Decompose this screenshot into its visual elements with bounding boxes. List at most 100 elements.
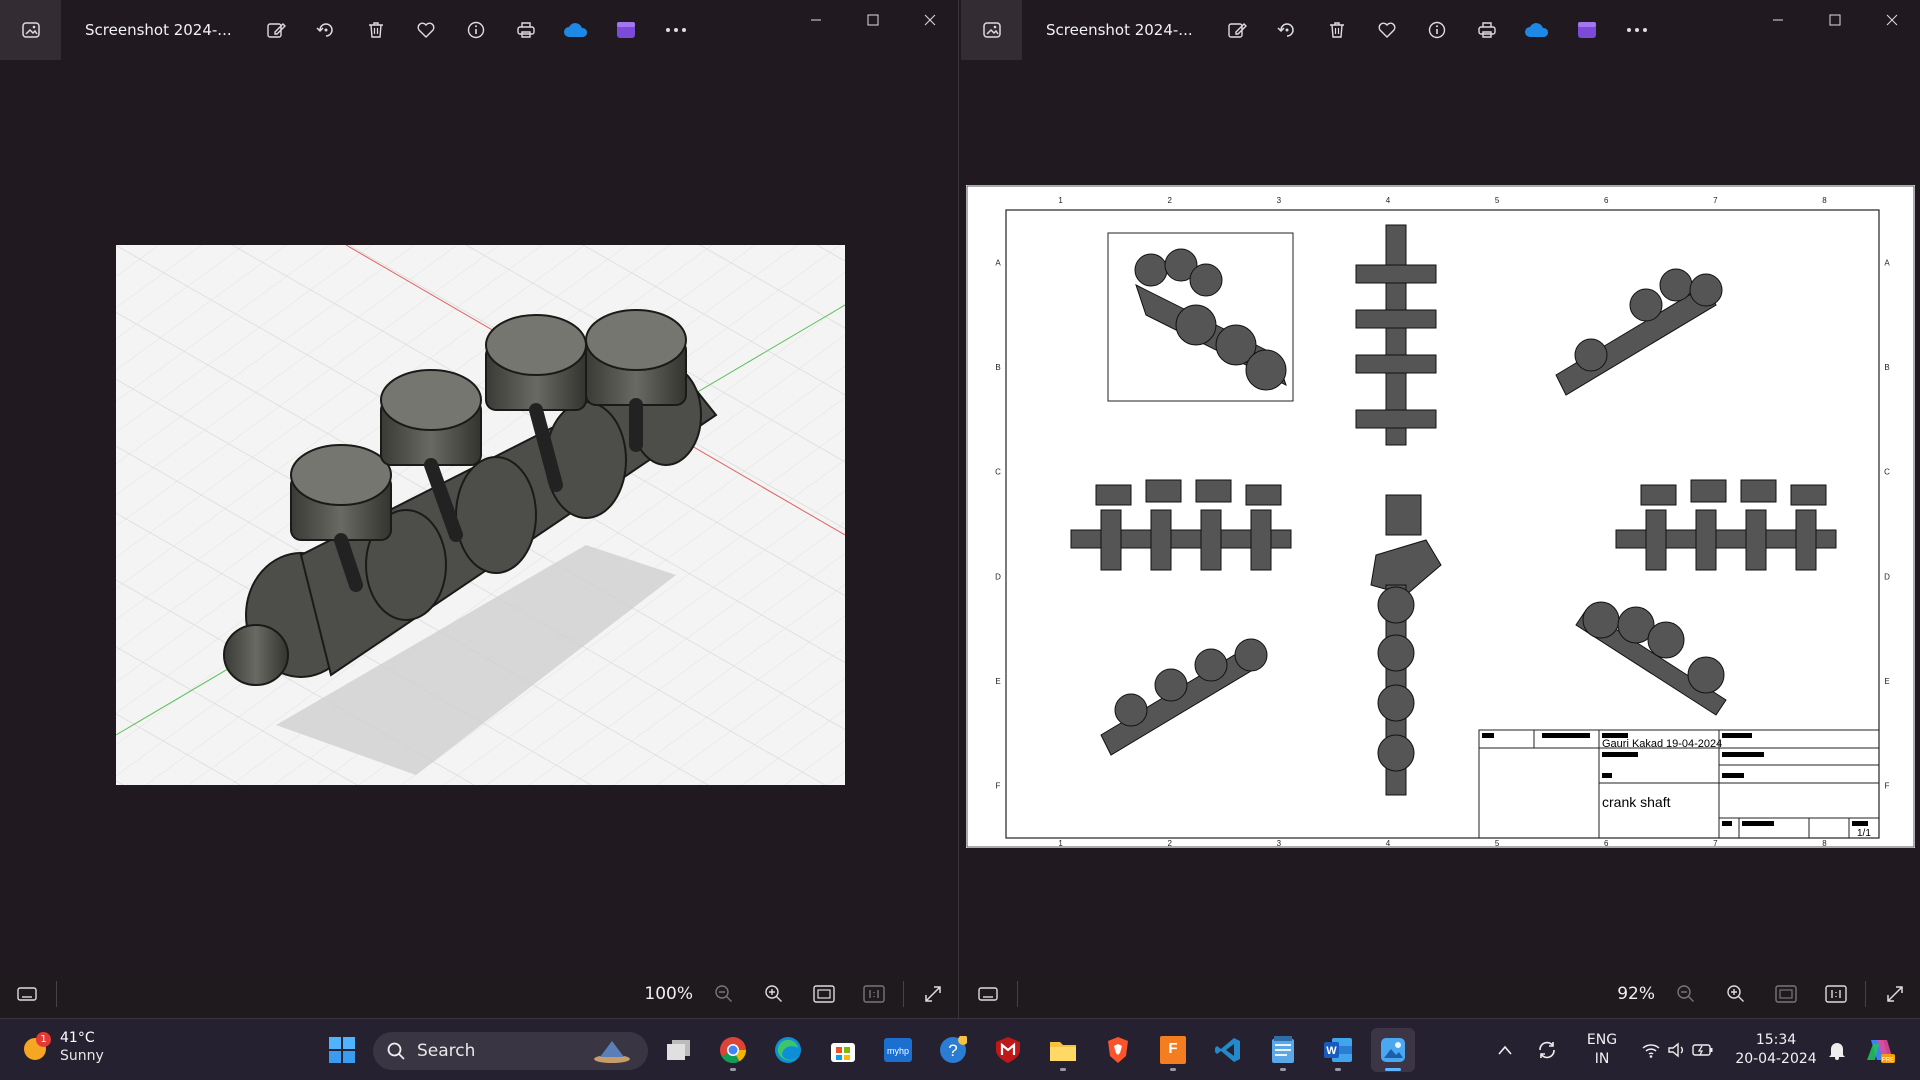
notepad-icon[interactable] — [1261, 1028, 1305, 1072]
zone-row-letter: E — [1884, 677, 1889, 686]
clipchamp-icon[interactable] — [601, 12, 651, 48]
close-button[interactable] — [1863, 0, 1920, 40]
edge-icon[interactable] — [766, 1028, 810, 1072]
rotate-icon[interactable] — [301, 12, 351, 48]
full-screen-icon[interactable] — [1870, 974, 1920, 1014]
zone-row-letter: F — [996, 782, 1001, 791]
actual-size-icon[interactable] — [1811, 974, 1861, 1014]
clock-date: 20-04-2024 — [1735, 1051, 1817, 1067]
minimize-button[interactable] — [787, 0, 844, 40]
zone-col-number: 4 — [1386, 196, 1391, 205]
zoom-out-icon[interactable] — [1661, 974, 1711, 1014]
search-label: Search — [417, 1041, 476, 1061]
zone-row-letter: F — [1885, 782, 1890, 791]
image-viewer[interactable] — [0, 60, 958, 970]
zone-row-letter: A — [1884, 258, 1890, 267]
copilot-icon[interactable]: PRE — [1860, 1028, 1900, 1072]
svg-text:PRE: PRE — [1882, 1058, 1894, 1064]
clipchamp-icon[interactable] — [1562, 12, 1612, 48]
fusion-360-icon[interactable]: F — [1151, 1028, 1195, 1072]
photos-window-left: Screenshot 2024-... 100% — [0, 0, 959, 1018]
myhp-icon[interactable]: myhp — [876, 1028, 920, 1072]
crankshaft-3d-image — [116, 245, 845, 785]
photos-app-icon[interactable] — [961, 0, 1022, 60]
zone-col-number: 2 — [1167, 196, 1172, 205]
language-label: ENG — [1586, 1032, 1618, 1048]
photos-window-right: Screenshot 2024-... 1 2 3 4 5 6 7 8 1 2 3 4 5 6 7 8 A B… — [961, 0, 1920, 1018]
info-icon[interactable] — [1412, 12, 1462, 48]
filmstrip-icon[interactable] — [2, 974, 52, 1014]
zone-col-number: 3 — [1277, 839, 1282, 848]
delete-icon[interactable] — [351, 12, 401, 48]
chrome-icon[interactable] — [711, 1028, 755, 1072]
input-language[interactable]: ENG IN — [1578, 1031, 1626, 1069]
word-icon[interactable]: W — [1316, 1028, 1360, 1072]
zone-row-letter: B — [995, 363, 1000, 372]
zone-row-letter: A — [995, 258, 1001, 267]
drawing-title: crank shaft — [1602, 794, 1671, 810]
microsoft-store-icon[interactable] — [821, 1028, 865, 1072]
print-icon[interactable] — [501, 12, 551, 48]
file-explorer-icon[interactable] — [1041, 1028, 1085, 1072]
zoom-in-icon[interactable] — [1711, 974, 1761, 1014]
zoom-in-icon[interactable] — [749, 974, 799, 1014]
zone-col-number: 7 — [1713, 839, 1718, 848]
rotate-icon[interactable] — [1262, 12, 1312, 48]
battery-icon[interactable] — [1688, 1028, 1718, 1072]
maximize-button[interactable] — [844, 0, 901, 40]
zoom-out-icon[interactable] — [699, 974, 749, 1014]
close-button[interactable] — [901, 0, 958, 40]
maximize-button[interactable] — [1806, 0, 1863, 40]
zone-row-letter: E — [995, 677, 1000, 686]
edit-icon[interactable] — [1212, 12, 1262, 48]
engineering-drawing: 12345678 12345678 ABCDEF ABCDEF Gauri Ka… — [966, 185, 1915, 848]
minimize-button[interactable] — [1749, 0, 1806, 40]
title-bar[interactable]: Screenshot 2024-... — [0, 0, 958, 60]
zone-col-number: 6 — [1604, 196, 1609, 205]
mcafee-icon[interactable] — [986, 1028, 1030, 1072]
start-button[interactable] — [320, 1028, 364, 1072]
favorite-icon[interactable] — [401, 12, 451, 48]
search-highlight-icon — [594, 1041, 630, 1063]
weather-temp: 41°C — [60, 1030, 95, 1046]
svg-text:?: ? — [948, 1041, 957, 1060]
edit-icon[interactable] — [251, 12, 301, 48]
onedrive-icon[interactable] — [1512, 12, 1562, 48]
image-viewer[interactable]: 12345678 12345678 ABCDEF ABCDEF Gauri Ka… — [961, 60, 1920, 970]
zone-col-number: 4 — [1386, 839, 1391, 848]
notification-bell-icon[interactable] — [1822, 1028, 1852, 1072]
weather-widget[interactable]: 1 41°C Sunny — [22, 1029, 104, 1065]
delete-icon[interactable] — [1312, 12, 1362, 48]
photos-icon[interactable] — [1371, 1028, 1415, 1072]
window-title: Screenshot 2024-... — [85, 21, 232, 39]
favorite-icon[interactable] — [1362, 12, 1412, 48]
actual-size-icon[interactable] — [849, 974, 899, 1014]
filmstrip-icon[interactable] — [963, 974, 1013, 1014]
svg-text:F: F — [1168, 1040, 1177, 1057]
more-icon[interactable] — [1612, 12, 1662, 48]
print-icon[interactable] — [1462, 12, 1512, 48]
chevron-up-icon[interactable] — [1490, 1028, 1520, 1072]
info-icon[interactable] — [451, 12, 501, 48]
full-screen-icon[interactable] — [908, 974, 958, 1014]
svg-text:W: W — [1326, 1045, 1337, 1057]
title-bar[interactable]: Screenshot 2024-... — [961, 0, 1920, 60]
sync-icon[interactable] — [1530, 1028, 1564, 1072]
onedrive-icon[interactable] — [551, 12, 601, 48]
brave-icon[interactable] — [1096, 1028, 1140, 1072]
fit-to-window-icon[interactable] — [799, 974, 849, 1014]
zoom-level: 92% — [1617, 984, 1655, 1004]
clock[interactable]: 15:34 20-04-2024 — [1732, 1031, 1820, 1069]
zone-row-letter: D — [995, 572, 1001, 581]
zone-col-number: 8 — [1822, 839, 1827, 848]
get-help-icon[interactable]: ? — [931, 1028, 975, 1072]
photos-app-icon[interactable] — [0, 0, 61, 60]
zone-col-number: 3 — [1277, 196, 1282, 205]
task-view-icon[interactable] — [657, 1028, 701, 1072]
fit-to-window-icon[interactable] — [1761, 974, 1811, 1014]
more-icon[interactable] — [651, 12, 701, 48]
vs-code-icon[interactable] — [1206, 1028, 1250, 1072]
svg-text:myhp: myhp — [887, 1046, 909, 1056]
search-box[interactable]: Search — [373, 1032, 648, 1070]
designer-name: Gauri Kakad — [1602, 738, 1663, 750]
